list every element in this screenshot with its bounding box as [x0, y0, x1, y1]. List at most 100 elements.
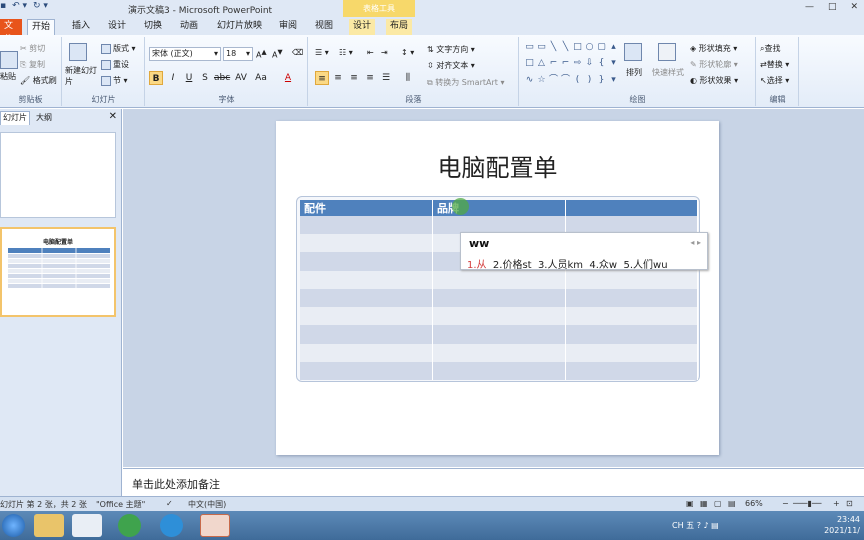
replace-button[interactable]: ⇄替换 ▾ [760, 59, 789, 70]
line-shape-icon[interactable]: ╲ [548, 42, 559, 57]
ime-candidate[interactable]: 4.众w [589, 260, 617, 271]
table-cell[interactable] [565, 325, 698, 344]
brace-shape-icon[interactable]: } [596, 75, 607, 90]
table-cell[interactable] [300, 288, 433, 308]
shape-fill-button[interactable]: ◈ 形状填充 ▾ [690, 43, 737, 54]
tab-home[interactable]: 开始 [27, 19, 56, 35]
more-shapes-icon[interactable]: ▾ [608, 58, 619, 73]
distributed-button[interactable]: ☰ [379, 71, 393, 85]
input-method-indicator[interactable]: CH [672, 521, 684, 530]
bold-button[interactable]: B [149, 71, 163, 85]
triangle-shape-icon[interactable]: △ [536, 58, 547, 73]
table-cell[interactable] [432, 343, 566, 362]
ime-candidate[interactable]: 2.价格st [493, 260, 532, 271]
zoom-out-icon[interactable]: − [782, 499, 789, 508]
table-header-cell[interactable]: 配件 [300, 200, 433, 216]
bullets-icon[interactable]: ☰ ▾ [315, 48, 329, 57]
fit-slide-icon[interactable]: ⊡ [846, 499, 853, 508]
grow-font-button[interactable]: A▲ [256, 48, 267, 60]
table-cell[interactable] [300, 325, 433, 344]
arrow-shape-icon[interactable]: ⇩ [584, 58, 595, 73]
table-cell[interactable] [300, 343, 433, 362]
align-text-button[interactable]: ⇳ 对齐文本 ▾ [427, 60, 475, 71]
copy-button[interactable]: ⎘ 复制 [20, 59, 45, 70]
slide-thumbnail-2[interactable]: 电脑配置单 [0, 227, 116, 317]
slideshow-view-icon[interactable]: ▤ [728, 499, 736, 508]
select-button[interactable]: ↖选择 ▾ [760, 75, 789, 86]
textbox-shape-icon[interactable]: ▭ [536, 42, 547, 57]
clock[interactable]: 23:44 2021/11/ [824, 514, 860, 536]
tab-view[interactable]: 视图 [311, 19, 337, 35]
table-cell[interactable] [432, 307, 566, 326]
arrange-button[interactable] [624, 43, 644, 61]
table-cell[interactable] [432, 361, 566, 380]
align-right-button[interactable]: ≡ [347, 71, 361, 85]
tab-slideshow[interactable]: 幻灯片放映 [213, 19, 266, 35]
section-button[interactable]: 节 ▾ [101, 75, 128, 86]
table-cell[interactable] [300, 307, 433, 326]
font-color-button[interactable]: A [281, 71, 295, 85]
table-cell[interactable] [432, 270, 566, 289]
arrow-shape-icon[interactable]: ⇨ [572, 58, 583, 73]
table-cell[interactable] [300, 270, 433, 289]
reading-view-icon[interactable]: ▢ [714, 499, 722, 508]
clear-format-icon[interactable]: ⌫ [292, 48, 303, 57]
underline-button[interactable]: U [182, 71, 196, 85]
help-icon[interactable]: ? [697, 521, 701, 530]
media-player-icon[interactable] [72, 514, 102, 537]
curve-shape-icon[interactable]: ⌒ [560, 75, 571, 90]
table-cell[interactable] [300, 234, 433, 253]
line-spacing-icon[interactable]: ↕ ▾ [401, 48, 414, 57]
convert-smartart-button[interactable]: ⧉ 转换为 SmartArt ▾ [427, 77, 504, 88]
textbox-shape-icon[interactable]: ▭ [524, 42, 535, 57]
star-shape-icon[interactable]: ☆ [536, 75, 547, 90]
table-cell[interactable] [300, 216, 433, 235]
find-button[interactable]: ⌕查找 [760, 43, 780, 54]
line-shape-icon[interactable]: ╲ [560, 42, 571, 57]
decrease-indent-icon[interactable]: ⇤ [367, 48, 374, 57]
tab-table-layout[interactable]: 布局 [386, 19, 413, 35]
close-button[interactable]: ✕ [850, 2, 858, 12]
slide-thumbnail-1[interactable] [0, 132, 116, 218]
numbering-icon[interactable]: ☷ ▾ [339, 48, 353, 57]
network-icon[interactable]: ▤ [711, 521, 719, 530]
spell-check-icon[interactable]: ✓ [166, 499, 173, 508]
shape-effects-button[interactable]: ◐ 形状效果 ▾ [690, 75, 738, 86]
curve-shape-icon[interactable]: ⌒ [548, 75, 559, 90]
zoom-in-icon[interactable]: + [833, 499, 840, 508]
tab-design[interactable]: 设计 [104, 19, 130, 35]
quick-styles-button[interactable] [658, 43, 678, 61]
brace-shape-icon[interactable]: { [596, 58, 607, 73]
connector-shape-icon[interactable]: ⌐ [560, 58, 571, 73]
reset-button[interactable]: 重设 [101, 59, 129, 70]
freeform-shape-icon[interactable]: ∿ [524, 75, 535, 90]
shapes-gallery[interactable]: ▭ ▭ ╲ ╲ □ ○ ▢ ▴ □ △ ⌐ ⌐ ⇨ ⇩{▾ ∿ ☆ ⌒ ⌒()} ▾ [524, 42, 616, 90]
paste-button[interactable] [0, 51, 20, 69]
parts-table[interactable]: 配件 品牌 [300, 200, 698, 380]
table-cell[interactable] [300, 361, 433, 380]
tab-table-design[interactable]: 设计 [349, 19, 376, 35]
zoom-level[interactable]: 66% [745, 499, 763, 508]
powerpoint-taskbar-icon[interactable] [200, 514, 230, 537]
redo-icon[interactable]: ↻ ▾ [33, 1, 48, 11]
new-slide-button[interactable] [69, 43, 89, 61]
zoom-slider[interactable]: ───▮── [793, 499, 821, 508]
ime-candidate[interactable]: 5.人们wu [623, 260, 667, 271]
justify-button[interactable]: ≡ [363, 71, 377, 85]
close-icon[interactable]: ✕ [109, 111, 117, 122]
slide-canvas[interactable]: 电脑配置单 配件 品牌 [276, 121, 719, 455]
tab-animations[interactable]: 动画 [176, 19, 202, 35]
table-cell[interactable] [565, 307, 698, 326]
table-cell[interactable] [432, 288, 566, 308]
volume-icon[interactable]: ♪ [704, 521, 709, 530]
tab-insert[interactable]: 插入 [68, 19, 94, 35]
columns-button[interactable]: ⫼ [401, 71, 415, 85]
font-name-select[interactable]: 宋体 (正文) ▾ [149, 47, 221, 61]
shrink-font-button[interactable]: A▼ [272, 48, 283, 60]
tab-file[interactable]: 文件 [0, 19, 22, 45]
text-direction-button[interactable]: ⇅ 文字方向 ▾ [427, 44, 475, 55]
tab-slides-panel[interactable]: 幻灯片 [0, 111, 30, 125]
file-explorer-icon[interactable] [34, 514, 64, 537]
tab-review[interactable]: 审阅 [275, 19, 301, 35]
save-icon[interactable]: ▪ [0, 1, 6, 11]
